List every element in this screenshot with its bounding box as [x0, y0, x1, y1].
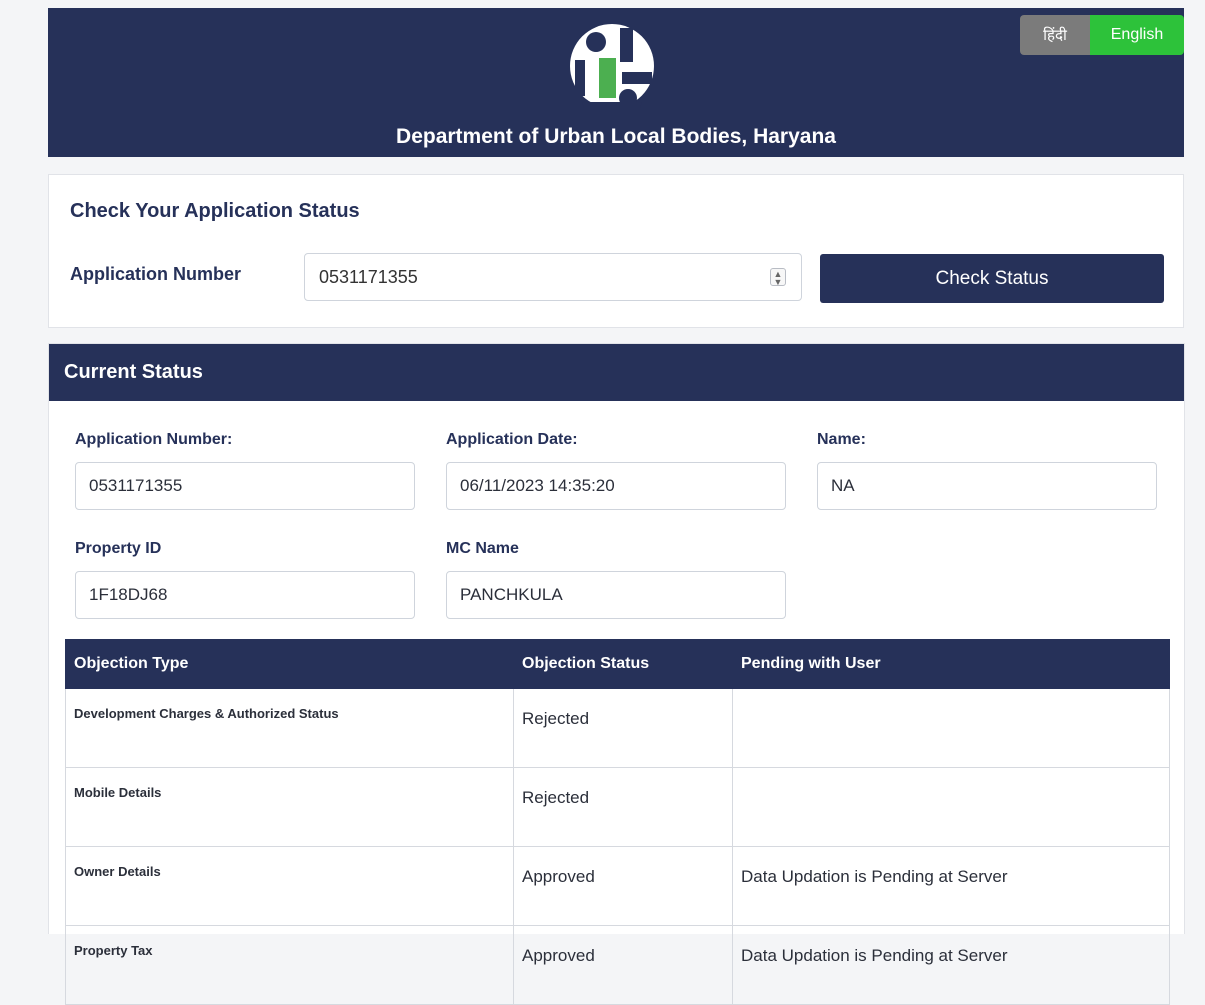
application-number-field-label: Application Number: [75, 431, 233, 448]
site-header: हिंदी English Department of Urban Local … [48, 8, 1184, 157]
objection-type-cell: Property Tax [65, 925, 514, 1005]
objection-table: Objection Type Objection Status Pending … [65, 639, 1170, 1005]
number-spinner-icon[interactable]: ▲ ▼ [770, 268, 786, 287]
check-status-card: Check Your Application Status Applicatio… [48, 174, 1184, 328]
current-status-card: Current Status Application Number: 05311… [48, 343, 1185, 1005]
name-label: Name: [817, 431, 866, 448]
objection-status-cell: Approved [513, 925, 733, 1005]
pending-with-user-header: Pending with User [732, 639, 1170, 689]
property-id-label: Property ID [75, 540, 162, 557]
objection-status-cell: Rejected [513, 767, 733, 847]
application-number-label: Application Number [70, 264, 242, 284]
pending-user-cell: Data Updation is Pending at Server [732, 846, 1170, 926]
table-row: Mobile Details Rejected [65, 767, 1170, 847]
pending-user-cell: Data Updation is Pending at Server [732, 925, 1170, 1005]
check-status-title: Check Your Application Status [70, 200, 360, 222]
department-title: Department of Urban Local Bodies, Haryan… [396, 125, 836, 148]
objection-type-cell: Mobile Details [65, 767, 514, 847]
objection-status-cell: Approved [513, 846, 733, 926]
name-field: NA [817, 462, 1157, 510]
objection-status-header: Objection Status [513, 639, 733, 689]
english-language-button[interactable]: English [1090, 15, 1184, 55]
table-row: Development Charges & Authorized Status … [65, 688, 1170, 768]
application-number-field: 0531171355 [75, 462, 415, 510]
objection-status-cell: Rejected [513, 688, 733, 768]
application-number-input[interactable] [304, 253, 802, 301]
mc-name-label: MC Name [446, 540, 519, 557]
table-header-row: Objection Type Objection Status Pending … [65, 639, 1170, 689]
ulb-haryana-logo-icon [570, 24, 654, 108]
objection-type-header: Objection Type [65, 639, 514, 689]
table-row: Owner Details Approved Data Updation is … [65, 846, 1170, 926]
mc-name-field: PANCHKULA [446, 571, 786, 619]
pending-user-cell [732, 767, 1170, 847]
hindi-language-button[interactable]: हिंदी [1020, 15, 1090, 55]
pending-user-cell [732, 688, 1170, 768]
application-date-label: Application Date: [446, 431, 578, 448]
check-status-button[interactable]: Check Status [820, 254, 1164, 303]
table-row: Property Tax Approved Data Updation is P… [65, 925, 1170, 1005]
objection-type-cell: Development Charges & Authorized Status [65, 688, 514, 768]
objection-type-cell: Owner Details [65, 846, 514, 926]
current-status-title: Current Status [49, 344, 1184, 401]
property-id-field: 1F18DJ68 [75, 571, 415, 619]
application-date-field: 06/11/2023 14:35:20 [446, 462, 786, 510]
